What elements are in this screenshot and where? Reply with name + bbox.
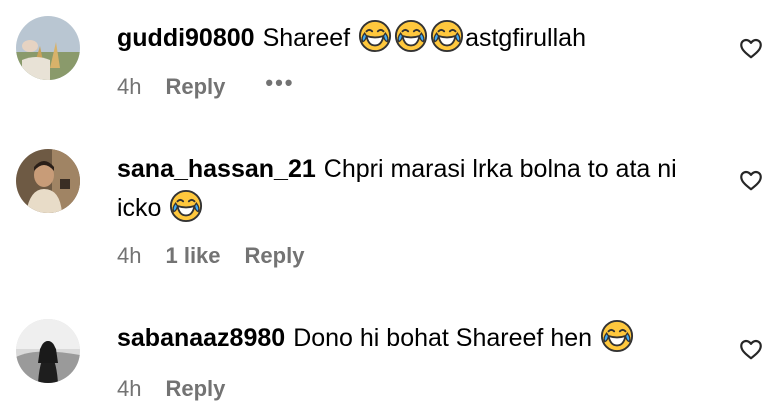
comment-time: 4h [117,74,142,99]
comment-text-suffix: astgfirullah [465,24,586,52]
more-dots-icon[interactable]: ••• [265,70,294,96]
reply-button[interactable]: Reply [165,74,225,100]
comment-time: 4h [117,243,142,268]
tears-of-joy-emoji [358,19,392,53]
avatar[interactable] [16,149,80,213]
comment-text: Dono hi bohat Shareef hen [293,324,593,352]
comment-username[interactable]: guddi90800 [117,24,255,52]
comment-username[interactable]: sana_hassan_21 [117,155,316,183]
reply-button[interactable]: Reply [165,376,225,402]
avatar[interactable] [16,16,80,80]
tears-of-joy-emoji [600,319,634,353]
likes-count-button[interactable]: 1 like [165,243,220,269]
comment-time: 4h [117,376,142,401]
tears-of-joy-emoji [394,19,428,53]
comment-username[interactable]: sabanaaz8980 [117,324,285,352]
tears-of-joy-emoji [169,189,203,223]
reply-button[interactable]: Reply [245,243,305,269]
tears-of-joy-emoji [430,19,464,53]
heart-outline-icon[interactable] [738,167,764,193]
heart-outline-icon[interactable] [738,336,764,362]
comment-text: Shareef [262,24,351,52]
heart-outline-icon[interactable] [738,35,764,61]
avatar[interactable] [16,319,80,383]
